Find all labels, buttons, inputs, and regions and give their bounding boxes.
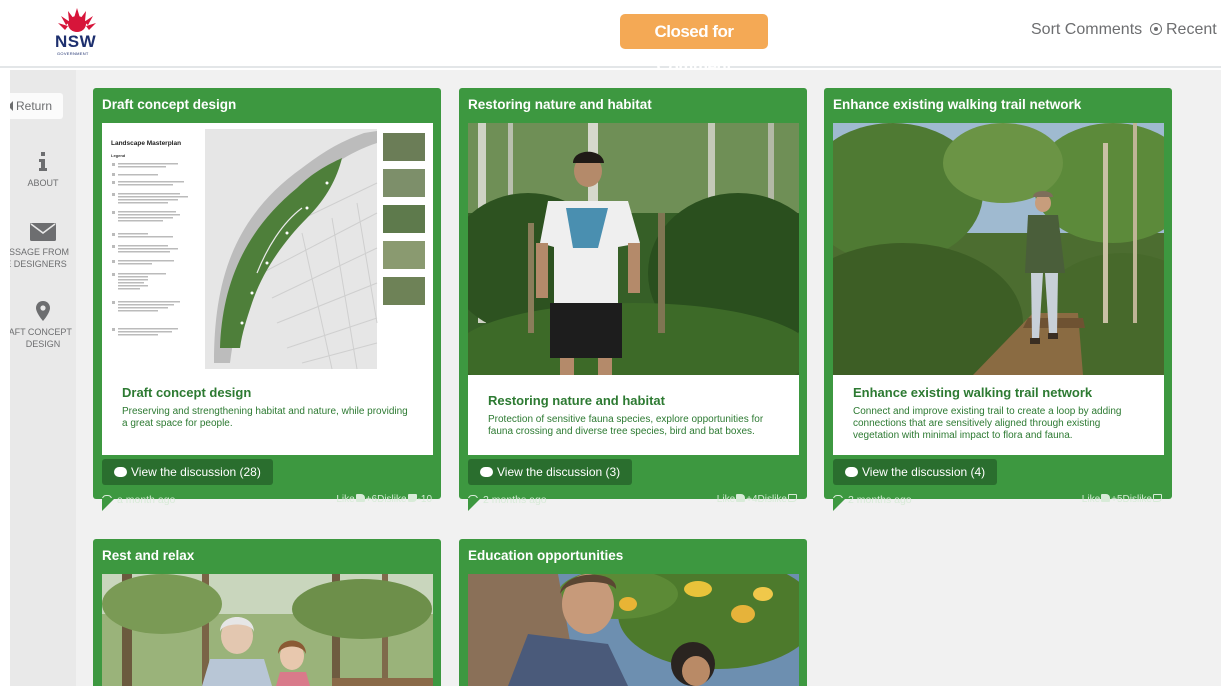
info-icon	[39, 152, 47, 171]
map-heading: Landscape Masterplan	[111, 140, 181, 147]
card-pointer	[833, 498, 846, 511]
thumbs-down-icon[interactable]	[407, 494, 417, 502]
like-count: +6	[365, 494, 378, 505]
waratah-logo-icon	[58, 8, 96, 32]
like-label[interactable]: Like	[336, 494, 354, 505]
logo-subtext: GOVERNMENT	[57, 51, 89, 56]
sidebar-item-draft-concept[interactable]: RAFT CONCEPT DESIGN	[10, 301, 76, 350]
photo-education	[468, 574, 799, 686]
speech-bubble-icon	[845, 467, 858, 477]
nsw-logo[interactable]: NSW GOVERNMENT	[52, 6, 102, 60]
discussion-label: View the discussion (3)	[497, 465, 621, 479]
caption-text: Preserving and strengthening habitat and…	[122, 406, 408, 429]
return-button[interactable]: Return	[10, 93, 63, 119]
card-draft-concept-design: Draft concept design Landscape Masterpla…	[93, 88, 441, 511]
discussion-label: View the discussion (28)	[131, 465, 261, 479]
card-walking-trail: Enhance existing walking trail network E…	[824, 88, 1172, 511]
sidebar-item-label: ESSAGE FROM	[10, 247, 69, 257]
map-legend-label: Legend	[111, 153, 126, 158]
sidebar-item-label: RAFT CONCEPT	[10, 327, 72, 337]
rest-photo-graphic	[102, 574, 433, 686]
speech-bubble-icon	[114, 467, 127, 477]
card-image[interactable]	[468, 574, 799, 686]
time-label: a month ago	[117, 494, 176, 506]
view-discussion-button[interactable]: View the discussion (3)	[468, 459, 633, 485]
card-restoring-nature: Restoring nature and habitat Restoring n…	[459, 88, 807, 511]
card-title: Education opportunities	[468, 548, 624, 563]
thumbs-down-icon[interactable]	[788, 494, 797, 502]
sidebar-item-about[interactable]: ABOUT	[10, 152, 76, 189]
return-label: Return	[16, 99, 53, 113]
caption-title: Draft concept design	[122, 385, 252, 400]
view-discussion-button[interactable]: View the discussion (28)	[102, 459, 273, 485]
sort-comments-label: Sort Comments	[1031, 21, 1143, 38]
sidebar-item-label: E DESIGNERS	[10, 259, 67, 269]
dislike-label[interactable]: Dislike	[758, 494, 787, 505]
card-title: Restoring nature and habitat	[468, 97, 652, 112]
logo-wordmark: NSW	[55, 32, 97, 51]
card-title: Rest and relax	[102, 548, 195, 563]
sidebar-item-label: ABOUT	[27, 178, 59, 188]
dislike-count: -10	[417, 494, 432, 505]
vote-counts: Like +4Dislike	[717, 494, 798, 505]
card-image[interactable]: Landscape Masterplan Legend Draft concep…	[102, 123, 433, 455]
caption-title: Enhance existing walking trail network	[853, 385, 1093, 400]
card-image[interactable]: Enhance existing walking trail network C…	[833, 123, 1164, 455]
dislike-label[interactable]: Dislike	[1123, 494, 1152, 505]
caption-text: Protection of sensitive fauna species, e…	[488, 414, 764, 437]
main-content: Return ABOUT ESSAGE FROM E DESIGNERS RAF…	[10, 70, 1221, 686]
caret-left-icon	[10, 101, 13, 111]
thumbs-up-icon[interactable]	[736, 494, 746, 502]
photo-grandmother-and-child	[102, 574, 433, 686]
vote-counts: Like +5Dislike	[1082, 494, 1163, 505]
card-caption: Draft concept design Preserving and stre…	[102, 385, 433, 430]
sidebar-item-label: DESIGN	[25, 339, 61, 349]
card-pointer	[102, 498, 115, 511]
sidebar: Return ABOUT ESSAGE FROM E DESIGNERS RAF…	[10, 70, 76, 686]
sort-option-recent[interactable]: Recent	[1150, 21, 1217, 39]
caption-title: Restoring nature and habitat	[488, 393, 665, 408]
envelope-icon	[30, 223, 56, 241]
sidebar-item-message[interactable]: ESSAGE FROM E DESIGNERS	[10, 223, 76, 270]
card-pointer	[468, 498, 481, 511]
like-count: +4	[746, 494, 758, 505]
page-header: NSW GOVERNMENT Closed for Comment Sort C…	[0, 0, 1221, 76]
discussion-label: View the discussion (4)	[862, 465, 986, 479]
masterplan-map-image: Landscape Masterplan Legend	[102, 123, 433, 373]
photo-boy-in-forest	[468, 123, 799, 375]
vote-counts: Like +6Dislike -10	[336, 494, 432, 505]
dislike-label[interactable]: Dislike	[377, 494, 406, 505]
map-pin-icon	[36, 301, 50, 321]
time-label: 2 months ago	[483, 494, 547, 506]
caption-text: Connect and improve existing trail to cr…	[853, 406, 1122, 441]
card-education-opportunities: Education opportunities	[459, 539, 807, 686]
sort-option-label: Recent	[1166, 21, 1217, 38]
trail-photo-graphic	[833, 123, 1164, 375]
card-title: Draft concept design	[102, 97, 237, 112]
card-caption: Enhance existing walking trail network C…	[833, 385, 1164, 442]
card-rest-and-relax: Rest and relax	[93, 539, 441, 686]
thumbs-up-icon[interactable]	[355, 494, 365, 502]
like-label[interactable]: Like	[717, 494, 735, 505]
radio-selected-icon[interactable]	[1150, 23, 1162, 35]
masterplan-map-graphic: Landscape Masterplan Legend	[111, 129, 425, 370]
photo-man-on-boardwalk	[833, 123, 1164, 375]
thumbs-down-icon[interactable]	[1153, 494, 1162, 502]
thumbs-up-icon[interactable]	[1101, 494, 1111, 502]
time-label: 2 months ago	[848, 494, 912, 506]
like-label[interactable]: Like	[1082, 494, 1100, 505]
card-title: Enhance existing walking trail network	[833, 97, 1082, 112]
forest-photo-graphic	[468, 123, 799, 375]
like-count: +5	[1111, 494, 1123, 505]
speech-bubble-icon	[480, 467, 493, 477]
status-badge: Closed for Comment	[620, 14, 768, 76]
card-image[interactable]: Restoring nature and habitat Protection …	[468, 123, 799, 455]
education-photo-graphic	[468, 574, 799, 686]
view-discussion-button[interactable]: View the discussion (4)	[833, 459, 998, 485]
card-image[interactable]	[102, 574, 433, 686]
card-caption: Restoring nature and habitat Protection …	[468, 393, 799, 438]
